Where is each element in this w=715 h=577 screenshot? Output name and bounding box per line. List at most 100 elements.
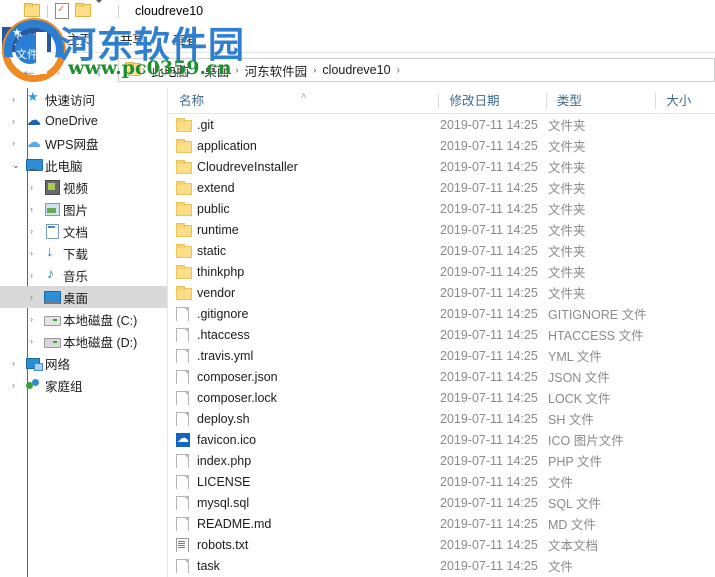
tab-file[interactable]: 文件 bbox=[2, 27, 52, 53]
table-row[interactable]: .travis.yml 2019-07-11 14:25 YML 文件 bbox=[168, 345, 715, 366]
sidebar-item-2[interactable]: › WPS网盘 bbox=[0, 132, 167, 154]
table-row[interactable]: LICENSE 2019-07-11 14:25 文件 bbox=[168, 471, 715, 492]
cell-type: SQL 文件 bbox=[548, 497, 602, 511]
folder-icon[interactable] bbox=[24, 3, 40, 19]
table-row[interactable]: public 2019-07-11 14:25 文件夹 bbox=[168, 198, 715, 219]
file-name-label: application bbox=[197, 138, 257, 153]
sidebar-item-6[interactable]: › 文档 bbox=[0, 220, 167, 242]
file-icon bbox=[176, 306, 197, 321]
sort-ascending-icon: ˄ bbox=[301, 91, 307, 101]
sidebar-item-12[interactable]: › 网络 bbox=[0, 352, 167, 374]
wps-cloud-icon bbox=[25, 133, 43, 151]
new-folder-icon[interactable] bbox=[75, 3, 91, 19]
forward-button[interactable]: → bbox=[42, 57, 68, 83]
sidebar-item-9[interactable]: › 桌面 bbox=[0, 286, 167, 308]
cell-type: 文件夹 bbox=[548, 161, 586, 175]
table-row[interactable]: vendor 2019-07-11 14:25 文件夹 bbox=[168, 282, 715, 303]
sidebar-item-11[interactable]: › 本地磁盘 (D:) bbox=[0, 330, 167, 352]
chevron-right-icon[interactable]: › bbox=[12, 94, 25, 104]
folder-icon bbox=[176, 160, 197, 174]
sidebar-item-5[interactable]: › 图片 bbox=[0, 198, 167, 220]
address-folder-icon bbox=[125, 62, 141, 78]
chevron-right-icon[interactable]: › bbox=[30, 226, 43, 236]
breadcrumb-separator-4[interactable]: › bbox=[396, 65, 401, 76]
table-row[interactable]: CloudreveInstaller 2019-07-11 14:25 文件夹 bbox=[168, 156, 715, 177]
breadcrumb-item-cloudreve10[interactable]: cloudreve10 bbox=[317, 63, 395, 77]
file-icon bbox=[176, 348, 197, 363]
chevron-right-icon[interactable]: › bbox=[30, 314, 43, 324]
cell-date: 2019-07-11 14:25 bbox=[440, 201, 538, 216]
table-row[interactable]: deploy.sh 2019-07-11 14:25 SH 文件 bbox=[168, 408, 715, 429]
chevron-right-icon[interactable]: › bbox=[12, 138, 25, 148]
chevron-down-icon[interactable]: ⌄ bbox=[12, 160, 25, 171]
column-header-type[interactable]: 类型 bbox=[545, 88, 655, 114]
cell-name: .travis.yml bbox=[168, 348, 440, 363]
column-header-date[interactable]: 修改日期 bbox=[438, 88, 545, 114]
chevron-right-icon[interactable]: › bbox=[12, 116, 25, 126]
table-row[interactable]: application 2019-07-11 14:25 文件夹 bbox=[168, 135, 715, 156]
sidebar-item-label: 文档 bbox=[63, 225, 89, 240]
cell-date: 2019-07-11 14:25 bbox=[440, 516, 538, 531]
breadcrumb-item-hedong[interactable]: 河东软件园 bbox=[240, 61, 313, 80]
tab-share[interactable]: 共享 bbox=[106, 27, 159, 53]
table-row[interactable]: .git 2019-07-11 14:25 文件夹 bbox=[168, 114, 715, 135]
chevron-right-icon[interactable]: › bbox=[30, 336, 43, 346]
sidebar-item-1[interactable]: › OneDrive bbox=[0, 110, 167, 132]
address-bar[interactable]: › 此电脑 › 桌面 › 河东软件园 › cloudreve10 › bbox=[118, 58, 715, 82]
file-name-label: vendor bbox=[197, 285, 236, 300]
sidebar-item-7[interactable]: › 下载 bbox=[0, 242, 167, 264]
cell-date: 2019-07-11 14:25 bbox=[440, 348, 538, 363]
breadcrumb-item-this-pc[interactable]: 此电脑 bbox=[146, 61, 194, 80]
chevron-right-icon[interactable]: › bbox=[30, 292, 43, 302]
cell-date: 2019-07-11 14:25 bbox=[440, 411, 538, 426]
file-name-label: thinkphp bbox=[197, 264, 245, 279]
back-button[interactable]: ← bbox=[16, 57, 42, 83]
table-row[interactable]: robots.txt 2019-07-11 14:25 文本文档 bbox=[168, 534, 715, 555]
table-row[interactable]: composer.json 2019-07-11 14:25 JSON 文件 bbox=[168, 366, 715, 387]
recent-locations-button[interactable]: ▾ bbox=[68, 57, 86, 83]
cell-date: 2019-07-11 14:25 bbox=[440, 495, 538, 510]
properties-icon[interactable] bbox=[55, 3, 71, 19]
table-row[interactable]: composer.lock 2019-07-11 14:25 LOCK 文件 bbox=[168, 387, 715, 408]
quick-access-toolbar: cloudreve10 bbox=[0, 0, 203, 22]
table-row[interactable]: .gitignore 2019-07-11 14:25 GITIGNORE 文件 bbox=[168, 303, 715, 324]
file-explorer-window: cloudreve10 文件 主页 共享 查看 ← → ▾ ↑ › 此电脑 › … bbox=[0, 0, 715, 577]
chevron-right-icon[interactable]: › bbox=[30, 270, 43, 280]
table-row[interactable]: favicon.ico 2019-07-11 14:25 ICO 图片文件 bbox=[168, 429, 715, 450]
file-list-pane: 名称 修改日期 类型 大小 ˄ .git 2019-07-11 14:25 文件夹 a… bbox=[168, 88, 715, 577]
chevron-right-icon[interactable]: › bbox=[30, 248, 43, 258]
cell-date: 2019-07-11 14:25 bbox=[440, 117, 538, 132]
table-row[interactable]: mysql.sql 2019-07-11 14:25 SQL 文件 bbox=[168, 492, 715, 513]
chevron-right-icon[interactable]: › bbox=[12, 380, 25, 390]
tab-view[interactable]: 查看 bbox=[159, 27, 212, 53]
sidebar-item-13[interactable]: › 家庭组 bbox=[0, 374, 167, 396]
table-row[interactable]: index.php 2019-07-11 14:25 PHP 文件 bbox=[168, 450, 715, 471]
sidebar-item-4[interactable]: › 视频 bbox=[0, 176, 167, 198]
chevron-right-icon[interactable]: › bbox=[30, 204, 43, 214]
file-icon bbox=[176, 516, 197, 531]
cell-type: 文件 bbox=[548, 476, 574, 490]
sidebar-item-0[interactable]: › 快速访问 bbox=[0, 88, 167, 110]
cell-name: runtime bbox=[168, 223, 440, 237]
chevron-down-icon[interactable] bbox=[95, 0, 111, 20]
column-header-size[interactable]: 大小 bbox=[655, 88, 715, 114]
chevron-right-icon[interactable]: › bbox=[30, 182, 43, 192]
up-button[interactable]: ↑ bbox=[86, 57, 112, 83]
table-row[interactable]: static 2019-07-11 14:25 文件夹 bbox=[168, 240, 715, 261]
table-row[interactable]: thinkphp 2019-07-11 14:25 文件夹 bbox=[168, 261, 715, 282]
table-row[interactable]: extend 2019-07-11 14:25 文件夹 bbox=[168, 177, 715, 198]
table-row[interactable]: .htaccess 2019-07-11 14:25 HTACCESS 文件 bbox=[168, 324, 715, 345]
chevron-right-icon[interactable]: › bbox=[12, 358, 25, 368]
table-row[interactable]: runtime 2019-07-11 14:25 文件夹 bbox=[168, 219, 715, 240]
breadcrumb-item-desktop[interactable]: 桌面 bbox=[199, 61, 234, 80]
cell-name: application bbox=[168, 139, 440, 153]
star-icon bbox=[25, 89, 43, 106]
sidebar-item-8[interactable]: › 音乐 bbox=[0, 264, 167, 286]
tab-home[interactable]: 主页 bbox=[53, 27, 106, 53]
file-icon bbox=[176, 558, 197, 573]
sidebar-item-10[interactable]: › 本地磁盘 (C:) bbox=[0, 308, 167, 330]
cell-date: 2019-07-11 14:25 bbox=[440, 390, 538, 405]
table-row[interactable]: task 2019-07-11 14:25 文件 bbox=[168, 555, 715, 576]
sidebar-item-3[interactable]: ⌄ 此电脑 bbox=[0, 154, 167, 176]
table-row[interactable]: README.md 2019-07-11 14:25 MD 文件 bbox=[168, 513, 715, 534]
